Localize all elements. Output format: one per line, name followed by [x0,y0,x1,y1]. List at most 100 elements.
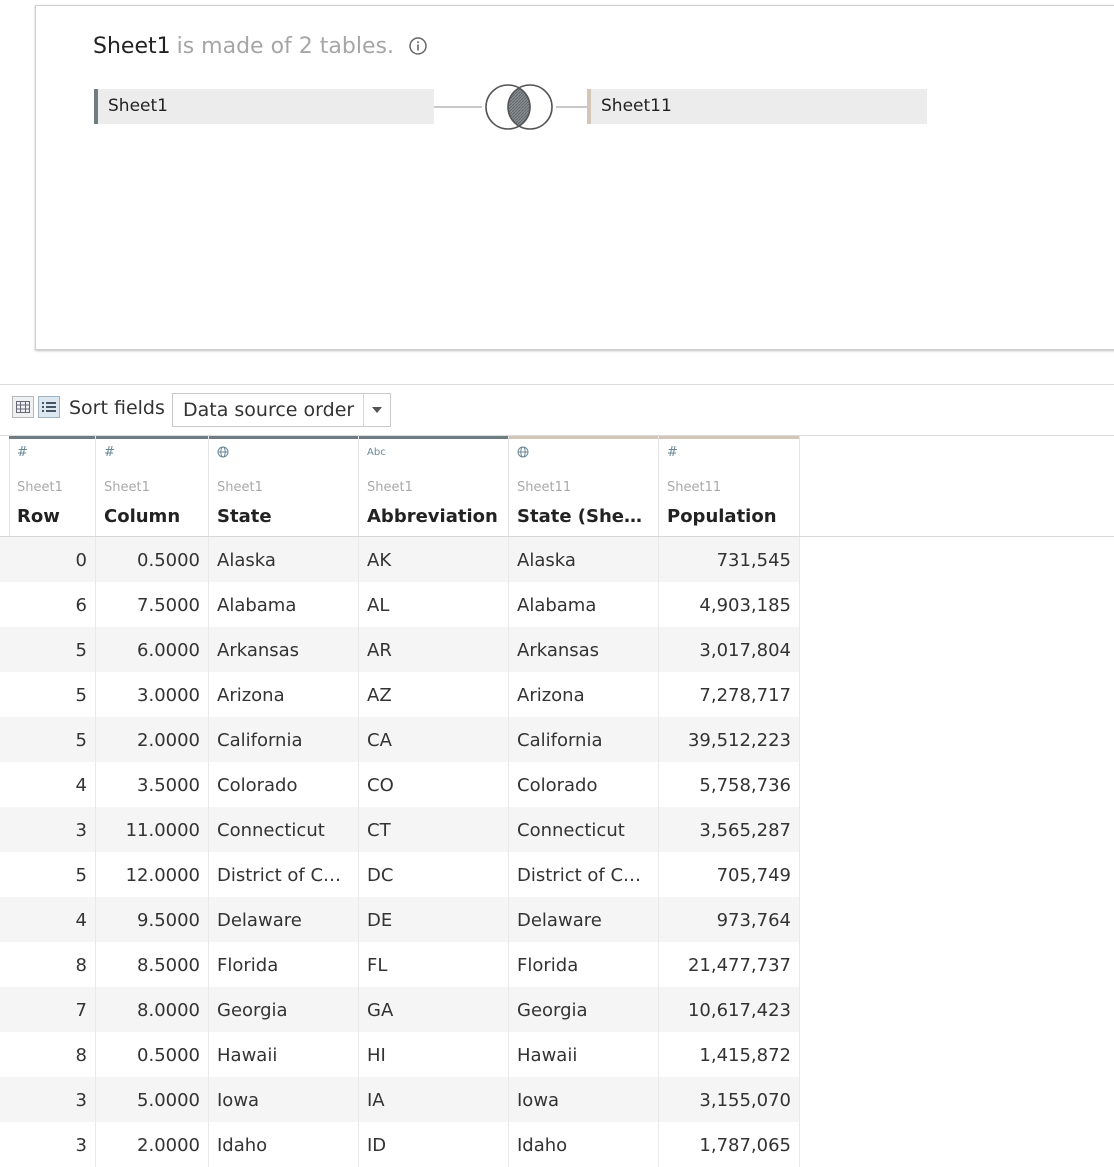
table-cell: 3,155,070 [659,1077,800,1122]
table-cell: 705,749 [659,852,800,897]
table-row: 5 2.0000 California CA California 39,512,223 [0,717,800,762]
column-source-table: Sheet11 [517,480,572,495]
table-cell: Iowa [209,1077,359,1122]
canvas-title: Sheet1 is made of 2 tables. [93,33,427,61]
table-cell: DE [359,897,509,942]
table-cell: 5 [9,852,96,897]
table-cell: Alabama [509,582,659,627]
table-cell: CT [359,807,509,852]
table-cell: 2.0000 [96,717,209,762]
table-cell: 1,415,872 [659,1032,800,1077]
table-cell: Georgia [509,987,659,1032]
table-cell: 4,903,185 [659,582,800,627]
table-cell: 731,545 [659,537,800,582]
join-venn-icon[interactable] [482,82,556,132]
number-type-icon[interactable]: # [104,446,115,460]
table-cell: CA [359,717,509,762]
table-cell: Colorado [209,762,359,807]
table-row: 4 9.5000 Delaware DE Delaware 973,764 [0,897,800,942]
table-cell: 5 [9,717,96,762]
column-header[interactable]: Sheet11 State (Shee... [509,436,659,536]
table-color-bar [509,436,658,439]
column-field-name: State (Shee... [517,506,650,527]
grid-icon [16,401,30,413]
table-cell: 3,017,804 [659,627,800,672]
logical-table-name: Sheet1 [93,34,171,59]
table-color-bar [9,436,95,439]
table-cell: AK [359,537,509,582]
info-icon[interactable] [409,35,427,55]
table-row: 7 8.0000 Georgia GA Georgia 10,617,423 [0,987,800,1032]
table-cell: Alaska [509,537,659,582]
column-source-table: Sheet1 [367,480,413,495]
column-source-table: Sheet11 [667,480,722,495]
column-header[interactable]: Abc Sheet1 Abbreviation [359,436,509,536]
table-cell: 4 [9,762,96,807]
table-color-bar [96,436,208,439]
table-row: 0 0.5000 Alaska AK Alaska 731,545 [0,537,800,582]
table-cell: Hawaii [209,1032,359,1077]
table-card-sheet11[interactable]: Sheet11 [587,89,927,124]
column-field-name: Abbreviation [367,506,498,527]
table-cell: Arizona [209,672,359,717]
table-cell: 7,278,717 [659,672,800,717]
column-header[interactable]: Sheet1 State [209,436,359,536]
table-cell: Arizona [509,672,659,717]
table-cell: AR [359,627,509,672]
table-cell: ID [359,1122,509,1167]
table-cell: Idaho [209,1122,359,1167]
table-cell: 6.0000 [96,627,209,672]
table-row: 3 2.0000 Idaho ID Idaho 1,787,065 [0,1122,800,1167]
table-color-bar [359,436,508,439]
table-cell: 4 [9,897,96,942]
table-cell: 5 [9,672,96,717]
table-cell: IA [359,1077,509,1122]
table-row: 8 8.5000 Florida FL Florida 21,477,737 [0,942,800,987]
table-cell: 0.5000 [96,1032,209,1077]
list-view-button[interactable] [38,396,60,418]
column-header[interactable]: # Sheet1 Column [96,436,209,536]
table-cell: District of Col... [209,852,359,897]
table-cell: 9.5000 [96,897,209,942]
number-type-icon[interactable]: # [17,446,28,460]
column-field-name: State [217,506,272,527]
globe-icon[interactable] [517,446,529,462]
grid-toolbar: Sort fields Data source order [0,386,1114,434]
sort-fields-value: Data source order [183,399,355,421]
table-cell: FL [359,942,509,987]
table-cell: HI [359,1032,509,1077]
grid-view-button[interactable] [12,396,34,418]
column-field-name: Column [104,506,181,527]
table-card-sheet1[interactable]: Sheet1 [94,89,434,124]
table-cell: DC [359,852,509,897]
table-cell: California [209,717,359,762]
chevron-down-icon [363,394,390,426]
table-cell: 6 [9,582,96,627]
table-row: 4 3.5000 Colorado CO Colorado 5,758,736 [0,762,800,807]
table-cell: California [509,717,659,762]
globe-icon[interactable] [217,446,229,462]
column-header[interactable]: # Sheet1 Row [9,436,96,536]
table-cell: 2.0000 [96,1122,209,1167]
column-source-table: Sheet1 [17,480,63,495]
table-cell: GA [359,987,509,1032]
table-cell: Arkansas [209,627,359,672]
table-cell: 21,477,737 [659,942,800,987]
table-count-description: is made of 2 tables. [176,34,394,59]
number-type-icon[interactable]: # [667,446,678,460]
table-cell: AZ [359,672,509,717]
table-cell: Georgia [209,987,359,1032]
grid-header: # Sheet1 Row # Sheet1 Column Sheet1 State Abc She… [0,436,1114,537]
table-cell: 973,764 [659,897,800,942]
sort-fields-dropdown[interactable]: Data source order [172,393,391,427]
table-row: 5 3.0000 Arizona AZ Arizona 7,278,717 [0,672,800,717]
column-header[interactable]: # Sheet11 Population [659,436,800,536]
string-type-icon[interactable]: Abc [367,446,386,460]
table-cell: Delaware [509,897,659,942]
table-row: 5 12.0000 District of Col... DC District of … [0,852,800,897]
table-row: 3 5.0000 Iowa IA Iowa 3,155,070 [0,1077,800,1122]
table-cell: 8.0000 [96,987,209,1032]
table-cell: Arkansas [509,627,659,672]
sort-fields-label: Sort fields [69,397,165,419]
table-cell: 7 [9,987,96,1032]
